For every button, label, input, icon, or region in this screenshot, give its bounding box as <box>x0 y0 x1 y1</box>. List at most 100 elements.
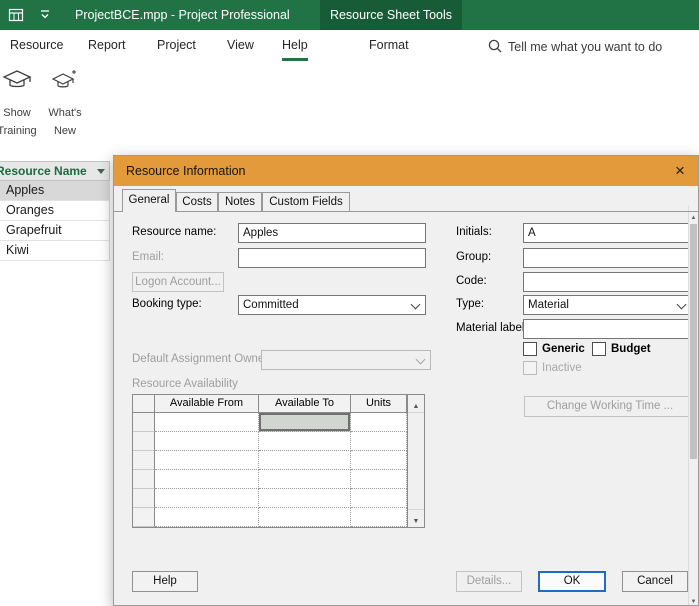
tell-me-search-input[interactable] <box>506 35 690 59</box>
type-dropdown[interactable]: Material <box>523 295 692 315</box>
generic-checkbox-label: Generic <box>542 343 585 355</box>
grid-cell[interactable] <box>155 508 259 527</box>
help-button[interactable]: Help <box>132 571 198 592</box>
grid-cell[interactable] <box>351 432 407 451</box>
resource-name-label: Resource name: <box>132 226 217 238</box>
checkbox-icon <box>523 361 537 375</box>
group-input[interactable] <box>523 248 692 268</box>
sheet-row-oranges[interactable]: Oranges <box>0 201 110 221</box>
tab-custom-fields[interactable]: Custom Fields <box>262 192 350 211</box>
grid-row-header[interactable] <box>133 508 155 527</box>
tab-costs[interactable]: Costs <box>176 192 218 211</box>
default-assignment-owner-label: Default Assignment Owner: <box>132 353 272 365</box>
resource-name-input[interactable] <box>238 223 426 243</box>
grid-row-header[interactable] <box>133 451 155 470</box>
availability-grid[interactable]: Available From Available To Units <box>132 394 425 528</box>
material-label-label: Material label: <box>456 322 528 334</box>
grid-row-header[interactable] <box>133 470 155 489</box>
email-label: Email: <box>132 251 164 263</box>
grid-cell[interactable] <box>351 508 407 527</box>
inactive-checkbox: Inactive <box>523 361 582 375</box>
grid-cell[interactable] <box>155 413 259 432</box>
grid-corner-cell <box>133 395 155 413</box>
grid-scrollbar[interactable] <box>407 395 424 527</box>
grid-cell[interactable] <box>155 432 259 451</box>
initials-input[interactable] <box>523 223 692 243</box>
window-title: ProjectBCE.mpp - Project Professional <box>75 8 290 22</box>
dialog-titlebar[interactable]: Resource Information × <box>114 156 698 186</box>
material-label-input[interactable] <box>523 319 692 339</box>
details-button: Details... <box>456 571 522 592</box>
grid-cell[interactable] <box>259 508 351 527</box>
grid-scroll-down-icon[interactable] <box>408 509 424 527</box>
tab-project[interactable]: Project <box>157 30 196 58</box>
ok-button[interactable]: OK <box>538 571 606 592</box>
type-value: Material <box>528 299 569 311</box>
tab-format[interactable]: Format <box>369 30 409 58</box>
default-assignment-owner-dropdown <box>261 350 431 370</box>
generic-checkbox[interactable]: Generic <box>523 342 585 356</box>
sheet-row-grapefruit[interactable]: Grapefruit <box>0 221 110 241</box>
scroll-down-icon[interactable] <box>689 590 698 605</box>
grid-row[interactable] <box>133 451 424 470</box>
grid-row-header[interactable] <box>133 432 155 451</box>
grid-row[interactable] <box>133 508 424 527</box>
grid-cell[interactable] <box>155 451 259 470</box>
graduation-cap-icon <box>0 68 40 99</box>
ribbon-tab-bar: Resource Report Project View Help Format <box>0 30 699 62</box>
sheet-row-apples[interactable]: Apples <box>0 181 110 201</box>
app-icon[interactable] <box>8 7 24 23</box>
grid-row[interactable] <box>133 489 424 508</box>
grid-cell[interactable] <box>351 489 407 508</box>
resource-availability-label: Resource Availability <box>132 378 238 390</box>
tab-resource[interactable]: Resource <box>10 30 64 58</box>
grid-row[interactable] <box>133 413 424 432</box>
checkbox-icon[interactable] <box>523 342 537 356</box>
scroll-up-icon[interactable] <box>689 206 698 221</box>
tab-help[interactable]: Help <box>282 30 308 61</box>
column-filter-icon[interactable] <box>97 169 105 174</box>
whats-new-label: What's New <box>48 107 82 137</box>
grid-cell[interactable] <box>259 470 351 489</box>
contextual-tab-resource-sheet-tools: Resource Sheet Tools <box>320 0 462 30</box>
grid-scroll-up-icon[interactable] <box>408 395 424 413</box>
quick-access-customize-icon[interactable] <box>38 8 52 22</box>
scrollbar-thumb[interactable] <box>690 224 697 459</box>
grid-row[interactable] <box>133 432 424 451</box>
sheet-row-kiwi[interactable]: Kiwi <box>0 241 110 261</box>
grid-cell[interactable] <box>351 413 407 432</box>
tab-report[interactable]: Report <box>88 30 126 58</box>
app-window: ProjectBCE.mpp - Project Professional Re… <box>0 0 699 606</box>
grid-row[interactable] <box>133 470 424 489</box>
availability-header-row: Available From Available To Units <box>133 395 424 413</box>
grid-cell[interactable] <box>351 451 407 470</box>
checkbox-icon[interactable] <box>592 342 606 356</box>
booking-type-dropdown[interactable]: Committed <box>238 295 426 315</box>
resource-name-column-header[interactable]: Resource Name <box>0 161 110 181</box>
grid-cell[interactable] <box>351 470 407 489</box>
grid-cell[interactable] <box>259 489 351 508</box>
code-input[interactable] <box>523 272 692 292</box>
grid-row-header[interactable] <box>133 413 155 432</box>
search-icon[interactable] <box>487 38 503 54</box>
cancel-button[interactable]: Cancel <box>622 571 688 592</box>
grid-selected-cell[interactable] <box>259 413 351 432</box>
code-label: Code: <box>456 275 487 287</box>
grid-row-header[interactable] <box>133 489 155 508</box>
tab-view[interactable]: View <box>227 30 254 58</box>
dialog-scrollbar[interactable] <box>688 206 698 605</box>
initials-label: Initials: <box>456 226 492 238</box>
grid-cell[interactable] <box>259 432 351 451</box>
whats-new-button[interactable]: What's New <box>42 66 88 144</box>
budget-checkbox[interactable]: Budget <box>592 342 651 356</box>
show-training-button[interactable]: Show Training <box>0 66 40 144</box>
tab-notes[interactable]: Notes <box>218 192 262 211</box>
chevron-down-icon <box>676 299 687 310</box>
grid-cell[interactable] <box>155 489 259 508</box>
close-icon[interactable]: × <box>668 159 692 183</box>
grid-cell[interactable] <box>259 451 351 470</box>
titlebar: ProjectBCE.mpp - Project Professional Re… <box>0 0 699 30</box>
tab-general[interactable]: General <box>122 189 176 212</box>
dialog-title: Resource Information <box>126 164 246 178</box>
grid-cell[interactable] <box>155 470 259 489</box>
